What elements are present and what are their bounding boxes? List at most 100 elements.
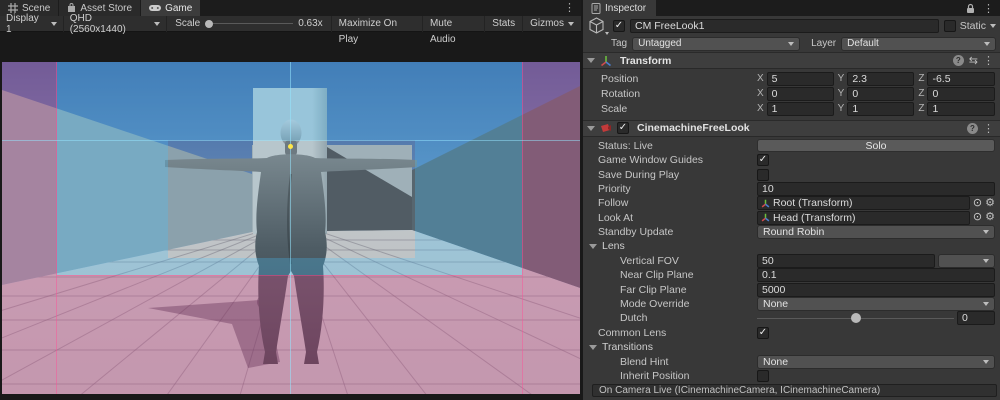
camera-live-status-box: On Camera Live (ICinemachineCamera, ICin… — [592, 384, 997, 397]
rotation-z-field[interactable] — [927, 87, 995, 101]
standby-update-dropdown[interactable]: Round Robin — [757, 225, 995, 239]
cinemachine-title: CinemachineFreeLook — [637, 122, 750, 134]
fov-preset-dropdown[interactable] — [938, 254, 995, 268]
object-picker-icon[interactable]: ⊙ — [973, 198, 982, 209]
inspector-menu-icon[interactable]: ⋮ — [983, 2, 994, 15]
look-at-row: Look At Head (Transform) ⊙ ⚙ — [583, 211, 1000, 225]
far-clip-row: Far Clip Plane — [583, 282, 1000, 296]
gear-icon[interactable]: ⚙ — [985, 212, 995, 223]
scale-slider-group: Scale 0.63x — [167, 18, 330, 29]
transform-rows: Position X Y Z Rotation X Y Z Scale X — [583, 69, 1000, 120]
transitions-foldout[interactable] — [589, 345, 597, 350]
presets-icon[interactable]: ⇆ — [969, 54, 978, 67]
follow-object-field[interactable]: Root (Transform) — [757, 196, 970, 210]
transform-icon — [600, 55, 612, 67]
rotation-x-field[interactable] — [767, 87, 834, 101]
chevron-down-icon — [990, 24, 996, 28]
blend-hint-dropdown[interactable]: None — [757, 355, 995, 369]
gameobject-active-checkbox[interactable]: ✓ — [613, 20, 625, 32]
help-icon[interactable]: ? — [967, 123, 978, 134]
mode-override-row: Mode Override None — [583, 297, 1000, 311]
cinemachine-menu-icon[interactable]: ⋮ — [983, 122, 994, 135]
vertical-fov-row: Vertical FOV — [583, 254, 1000, 268]
chevron-down-icon — [983, 302, 989, 306]
help-icon[interactable]: ? — [953, 55, 964, 66]
transitions-foldout-row[interactable]: Transitions — [583, 340, 1000, 354]
gizmos-dropdown[interactable]: Gizmos — [522, 16, 581, 32]
tag-dropdown[interactable]: Untagged — [632, 37, 800, 51]
object-picker-icon[interactable]: ⊙ — [973, 212, 982, 223]
save-during-play-checkbox[interactable] — [757, 169, 769, 181]
tab-game[interactable]: Game — [141, 0, 200, 16]
inherit-position-row: Inherit Position — [583, 369, 1000, 383]
game-window-guides-row: Game Window Guides ✓ — [583, 153, 1000, 167]
scale-label: Scale — [175, 18, 200, 29]
inspector-panel: Inspector ⋮ ✓ Static Tag Untagged — [583, 0, 1000, 400]
scale-value: 0.63x — [298, 18, 322, 29]
gameobject-name-field[interactable] — [630, 19, 939, 33]
tab-inspector[interactable]: Inspector — [583, 0, 656, 16]
dutch-slider[interactable] — [757, 311, 954, 325]
mute-audio-button[interactable]: Mute Audio — [422, 16, 484, 32]
rotation-label: Rotation — [601, 88, 757, 100]
unity-editor-window: Scene Asset Store Game ⋮ Display 1 QHD (… — [0, 0, 1000, 400]
dutch-field[interactable] — [957, 311, 995, 325]
static-checkbox[interactable] — [944, 20, 956, 32]
position-y-field[interactable] — [847, 72, 914, 86]
transform-foldout[interactable] — [587, 58, 595, 63]
cinemachine-icon — [600, 122, 612, 134]
maximize-on-play-button[interactable]: Maximize On Play — [331, 16, 422, 32]
dutch-slider-knob[interactable] — [851, 313, 861, 323]
solo-button[interactable]: Solo — [757, 139, 995, 152]
far-clip-field[interactable] — [757, 283, 995, 297]
cinemachine-enabled-checkbox[interactable]: ✓ — [617, 122, 629, 134]
scale-x-field[interactable] — [767, 102, 834, 116]
near-clip-field[interactable] — [757, 268, 995, 282]
scale-slider-knob[interactable] — [205, 20, 213, 28]
chevron-down-icon — [983, 230, 989, 234]
lens-foldout-row[interactable]: Lens — [583, 239, 1000, 253]
scale-z-field[interactable] — [927, 102, 995, 116]
tab-game-label: Game — [165, 3, 192, 14]
chevron-down-icon — [983, 259, 989, 263]
transform-icon — [761, 199, 770, 208]
lock-icon[interactable] — [966, 3, 975, 14]
look-at-object-field[interactable]: Head (Transform) — [757, 211, 970, 225]
transform-icon — [761, 213, 770, 222]
dutch-row: Dutch — [583, 311, 1000, 325]
common-lens-checkbox[interactable]: ✓ — [757, 327, 769, 339]
scale-y-field[interactable] — [847, 102, 914, 116]
lens-foldout[interactable] — [589, 244, 597, 249]
position-z-field[interactable] — [927, 72, 995, 86]
game-toolbar-buttons: Maximize On Play Mute Audio Stats Gizmos — [331, 16, 581, 32]
stats-button[interactable]: Stats — [484, 16, 522, 32]
standby-update-row: Standby Update Round Robin — [583, 225, 1000, 239]
game-window-guides-checkbox[interactable]: ✓ — [757, 154, 769, 166]
layer-dropdown[interactable]: Default — [841, 37, 996, 51]
transform-menu-icon[interactable]: ⋮ — [983, 54, 994, 67]
rotation-y-field[interactable] — [847, 87, 914, 101]
guide-soft-zone-top — [168, 62, 415, 140]
near-clip-row: Near Clip Plane — [583, 268, 1000, 282]
vertical-fov-field[interactable] — [757, 254, 935, 268]
priority-field[interactable] — [757, 182, 995, 196]
camera-live-status-text: On Camera Live (ICinemachineCamera, ICin… — [599, 385, 880, 396]
resolution-dropdown[interactable]: QHD (2560x1440) — [64, 16, 167, 32]
mode-override-dropdown[interactable]: None — [757, 297, 995, 311]
inherit-position-checkbox[interactable] — [757, 370, 769, 382]
display-dropdown[interactable]: Display 1 — [0, 16, 64, 32]
position-x-field[interactable] — [767, 72, 834, 86]
gear-icon[interactable]: ⚙ — [985, 198, 995, 209]
lens-label: Lens — [602, 240, 625, 252]
display-dropdown-label: Display 1 — [6, 13, 46, 35]
resolution-dropdown-label: QHD (2560x1440) — [70, 13, 149, 35]
game-panel-menu-icon[interactable]: ⋮ — [558, 0, 581, 16]
tag-label: Tag — [611, 38, 627, 49]
asset-store-bag-icon — [67, 3, 76, 13]
static-toggle[interactable]: Static — [944, 20, 996, 32]
guide-vertical-line — [290, 62, 291, 394]
guide-soft-zone-bottom — [168, 258, 415, 275]
scale-slider[interactable] — [205, 23, 293, 24]
gameobject-icon-button[interactable] — [588, 17, 608, 35]
cinemachine-foldout[interactable] — [587, 126, 595, 131]
